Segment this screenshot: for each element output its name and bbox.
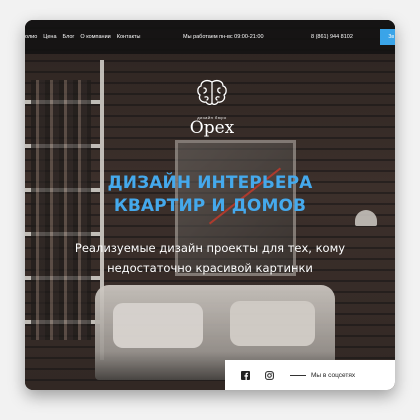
hero-subtitle: Реализуемые дизайн проекты для тех, кому…	[45, 238, 375, 278]
social-panel: Мы в соцсетях	[225, 360, 395, 390]
hero-subtitle-line2: недостаточно красивой картинки	[107, 261, 313, 275]
nav-item-blog[interactable]: Блог	[63, 34, 75, 40]
top-bar: олио Цена Блог О компании Контакты Мы ра…	[25, 20, 395, 54]
phone-number[interactable]: 8 (861) 944 8102	[311, 34, 353, 40]
social-label: Мы в соцсетях	[311, 371, 356, 379]
hero-title-line2: КВАРТИР И ДОМОВ	[113, 196, 307, 216]
main-nav: олио Цена Блог О компании Контакты	[25, 34, 141, 40]
nav-item-portfolio[interactable]: олио	[25, 34, 37, 40]
nav-item-about[interactable]: О компании	[80, 34, 110, 40]
website-screenshot: олио Цена Блог О компании Контакты Мы ра…	[25, 20, 395, 390]
walnut-brain-icon	[197, 79, 227, 106]
callback-button[interactable]: Зв	[380, 29, 395, 45]
working-hours: Мы работаем пн-вс 09:00-21:00	[183, 34, 264, 40]
instagram-icon[interactable]	[264, 370, 274, 380]
hero-title-line1: ДИЗАЙН ИНТЕРЬЕРА	[107, 173, 313, 193]
hero-title: ДИЗАЙН ИНТЕРЬЕРА КВАРТИР И ДОМОВ	[25, 172, 395, 218]
facebook-icon[interactable]	[240, 370, 250, 380]
logo-name: Орех	[189, 118, 235, 138]
nav-item-contacts[interactable]: Контакты	[117, 34, 141, 40]
nav-item-price[interactable]: Цена	[43, 34, 56, 40]
hero-subtitle-line1: Реализуемые дизайн проекты для тех, кому	[74, 241, 346, 255]
logo[interactable]: дизайн бюро Орех	[188, 78, 236, 138]
divider-dash	[290, 374, 306, 376]
logo-tagline: дизайн бюро	[197, 115, 227, 120]
